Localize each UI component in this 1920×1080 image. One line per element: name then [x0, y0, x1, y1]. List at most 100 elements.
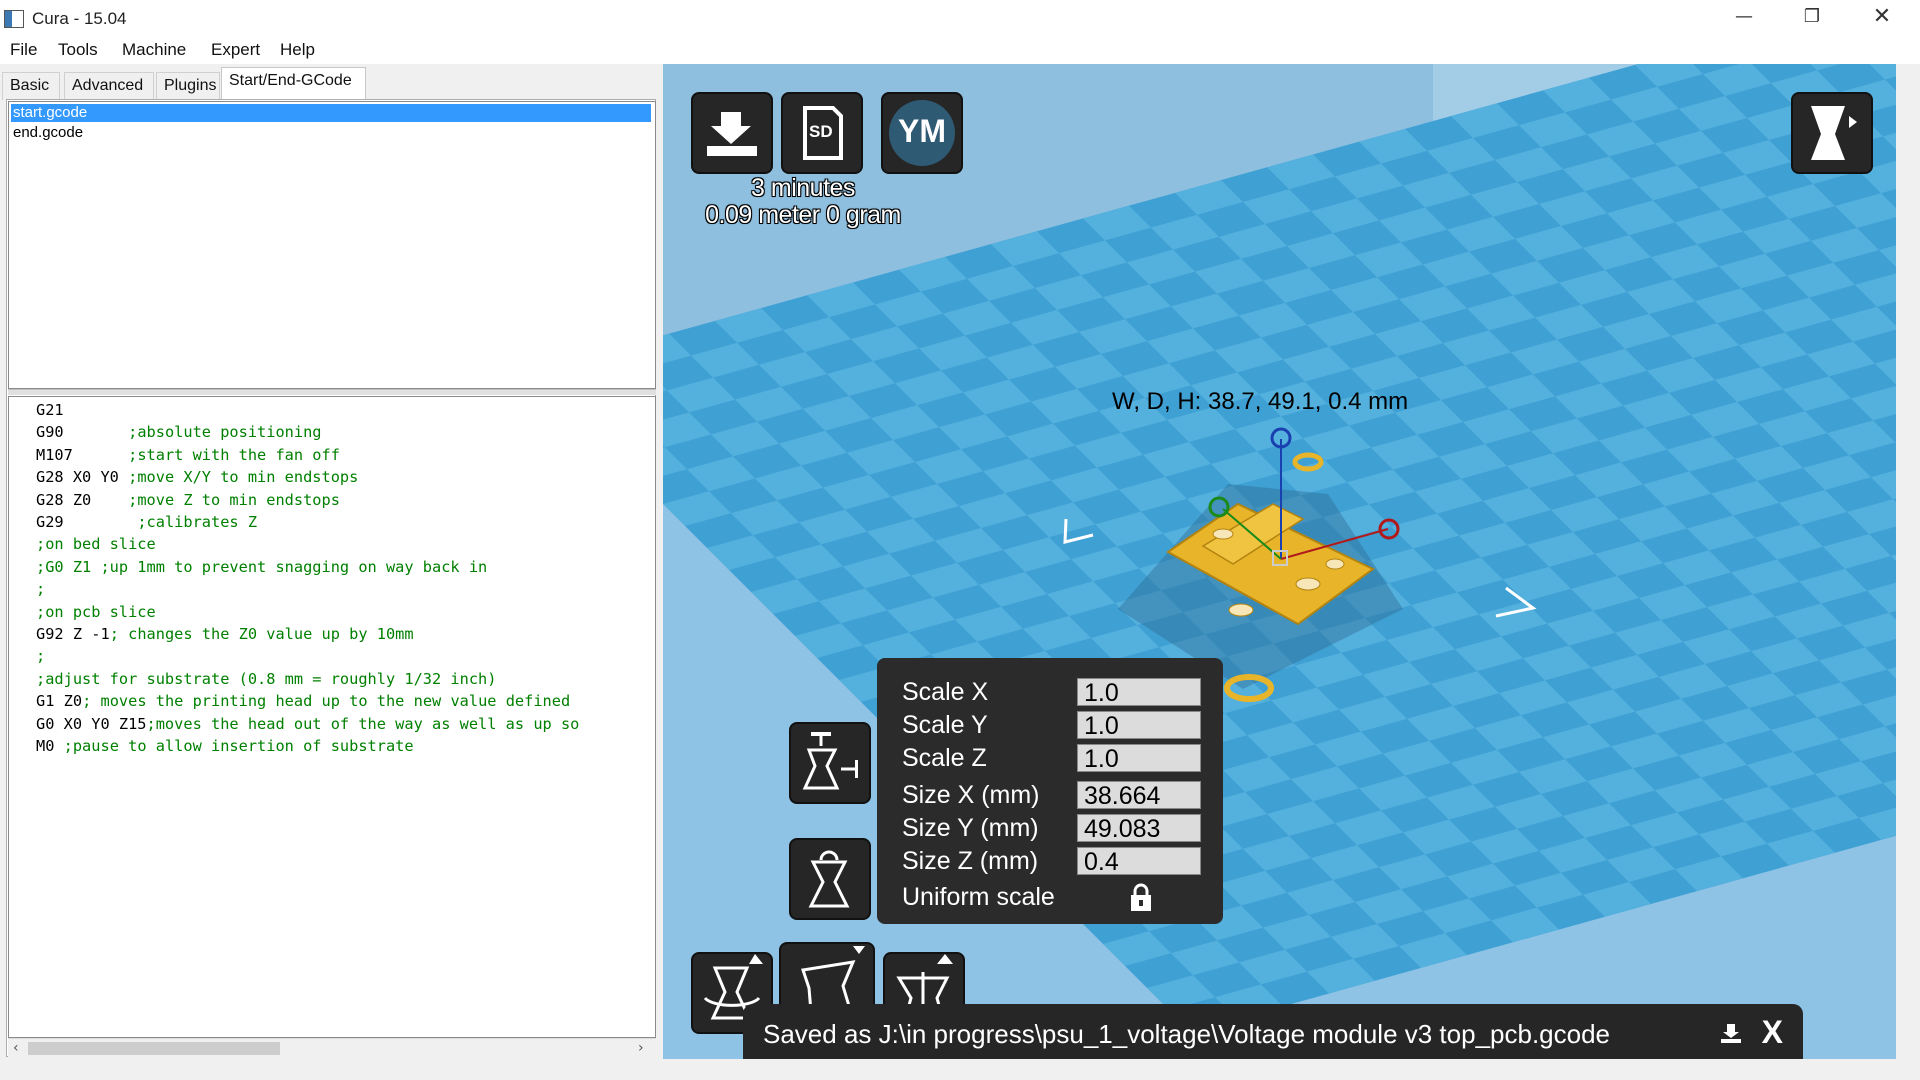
scroll-right-icon[interactable]: ›	[638, 1039, 644, 1058]
tab-advanced[interactable]: Advanced	[64, 72, 154, 100]
code-line: ;on pcb slice	[36, 601, 156, 623]
code-line: M107 ;start with the fan off	[36, 444, 340, 466]
code-line: G28 X0 Y0 ;move X/Y to min endstops	[36, 466, 358, 488]
load-model-icon	[693, 94, 771, 172]
gcode-command: G92 Z -1	[36, 625, 110, 643]
menu-expert[interactable]: Expert	[211, 40, 260, 60]
reset-scale-button[interactable]	[791, 840, 869, 918]
tab-plugins[interactable]: Plugins	[156, 72, 220, 100]
view-mode-button[interactable]	[1793, 94, 1871, 172]
title-bar: Cura - 15.04 — ❐ ✕	[0, 0, 1920, 36]
scale-z-input[interactable]: 1.0	[1077, 744, 1201, 772]
window-title: Cura - 15.04	[32, 9, 127, 29]
splitter-handle[interactable]	[8, 389, 656, 395]
code-line: G0 X0 Y0 Z15;moves the head out of the w…	[36, 713, 579, 735]
size-x-input[interactable]: 38.664	[1077, 781, 1201, 809]
code-line: G21	[36, 399, 64, 421]
gcode-editor[interactable]: G21G90 ;absolute positioningM107 ;start …	[8, 396, 656, 1038]
code-line: ;	[36, 645, 45, 667]
scale-z-label: Scale Z	[902, 744, 987, 773]
horizontal-scrollbar[interactable]: ‹ ›	[8, 1038, 656, 1057]
code-line: G28 Z0 ;move Z to min endstops	[36, 489, 340, 511]
gcode-command: G0 X0 Y0 Z15	[36, 715, 147, 733]
window-bottom-edge	[0, 1059, 1920, 1080]
gcode-comment: ;on pcb slice	[36, 603, 156, 621]
lock-icon[interactable]	[1127, 883, 1155, 913]
3d-viewport[interactable]: SD YM 3 minutes 0.09 meter 0 gram W, D, …	[663, 64, 1896, 1059]
scroll-left-icon[interactable]: ‹	[13, 1039, 19, 1058]
menu-bar: File Tools Machine Expert Help	[0, 36, 1920, 64]
gcode-command: G1 Z0	[36, 692, 82, 710]
size-y-label: Size Y (mm)	[902, 814, 1039, 843]
size-z-label: Size Z (mm)	[902, 847, 1038, 876]
youmagine-button[interactable]: YM	[883, 94, 961, 172]
menu-machine[interactable]: Machine	[122, 40, 186, 60]
code-line: ;	[36, 578, 45, 600]
code-line: G92 Z -1; changes the Z0 value up by 10m…	[36, 623, 414, 645]
gcode-comment: ;	[36, 580, 45, 598]
scale-panel: Scale X 1.0 Scale Y 1.0 Scale Z 1.0 Size…	[877, 658, 1223, 924]
model-dimensions: W, D, H: 38.7, 49.1, 0.4 mm	[1112, 388, 1408, 416]
cura-app-icon	[4, 10, 24, 28]
scrollbar-thumb[interactable]	[28, 1042, 280, 1055]
scale-max-button[interactable]	[791, 724, 869, 802]
gcode-comment: ;adjust for substrate (0.8 mm = roughly …	[36, 670, 496, 688]
print-time: 3 minutes	[703, 174, 903, 203]
scale-y-label: Scale Y	[902, 711, 988, 740]
code-line: G90 ;absolute positioning	[36, 421, 322, 443]
gcode-comment: ;moves the head out of the way as well a…	[147, 715, 580, 733]
sd-label: SD	[809, 122, 833, 142]
gcode-comment: ;pause to allow insertion of substrate	[64, 737, 414, 755]
gcode-comment: ;	[36, 647, 45, 665]
code-line: G1 Z0; moves the printing head up to the…	[36, 690, 570, 712]
tab-start-end-gcode[interactable]: Start/End-GCode	[221, 67, 366, 100]
menu-tools[interactable]: Tools	[58, 40, 98, 60]
close-icon[interactable]: ✕	[1848, 0, 1916, 36]
gcode-command: G21	[36, 401, 64, 419]
gcode-panel: start.gcode end.gcode G21 G90 ;absolute p…	[6, 99, 656, 1057]
save-to-sd-button[interactable]: SD	[783, 94, 861, 172]
scale-to-max-icon	[791, 724, 869, 802]
scale-x-input[interactable]: 1.0	[1077, 678, 1201, 706]
tab-basic[interactable]: Basic	[2, 72, 60, 100]
menu-file[interactable]: File	[10, 40, 37, 60]
gcode-comment: ;on bed slice	[36, 535, 156, 553]
ym-label: YM	[898, 113, 946, 150]
menu-help[interactable]: Help	[280, 40, 315, 60]
gcode-comment: ;G0 Z1 ;up 1mm to prevent snagging on wa…	[36, 558, 487, 576]
uniform-scale-label: Uniform scale	[902, 883, 1055, 912]
gcode-comment: ;move X/Y to min endstops	[128, 468, 358, 486]
eject-icon[interactable]	[1719, 1022, 1743, 1044]
scale-x-label: Scale X	[902, 678, 988, 707]
gcode-command: M107	[36, 446, 128, 464]
gcode-command: G28 X0 Y0	[36, 468, 128, 486]
view-mode-icon	[1793, 94, 1871, 172]
gcode-comment: ; moves the printing head up to the new …	[82, 692, 570, 710]
scale-y-input[interactable]: 1.0	[1077, 711, 1201, 739]
gcode-comment: ; changes the Z0 value up by 10mm	[110, 625, 414, 643]
settings-tabs: Basic Advanced Plugins Start/End-GCode	[0, 66, 663, 100]
gcode-comment: ;absolute positioning	[128, 423, 321, 441]
list-item-end-gcode[interactable]: end.gcode	[11, 124, 651, 142]
print-material: 0.09 meter 0 gram	[703, 201, 903, 230]
reset-scale-icon	[791, 840, 869, 918]
gcode-command: M0	[36, 737, 64, 755]
size-z-input[interactable]: 0.4	[1077, 847, 1201, 875]
code-line: M0 ;pause to allow insertion of substrat…	[36, 735, 414, 757]
status-bar: Saved as J:\in progress\psu_1_voltage\Vo…	[743, 1004, 1803, 1059]
gcode-comment: ;calibrates Z	[137, 513, 257, 531]
list-item-start-gcode[interactable]: start.gcode	[11, 104, 651, 122]
restore-icon[interactable]: ❐	[1778, 0, 1846, 36]
code-line: ;on bed slice	[36, 533, 156, 555]
load-model-button[interactable]	[693, 94, 771, 172]
status-close-button[interactable]: X	[1762, 1014, 1783, 1051]
status-message: Saved as J:\in progress\psu_1_voltage\Vo…	[763, 1019, 1610, 1050]
gcode-comment: ;start with the fan off	[128, 446, 340, 464]
right-gap	[1896, 64, 1920, 1059]
size-y-input[interactable]: 49.083	[1077, 814, 1201, 842]
code-line: ;G0 Z1 ;up 1mm to prevent snagging on wa…	[36, 556, 487, 578]
gcode-comment: ;move Z to min endstops	[128, 491, 340, 509]
minimize-icon[interactable]: —	[1710, 0, 1778, 36]
gcode-file-list: start.gcode end.gcode	[8, 101, 656, 389]
gcode-command: G28 Z0	[36, 491, 128, 509]
